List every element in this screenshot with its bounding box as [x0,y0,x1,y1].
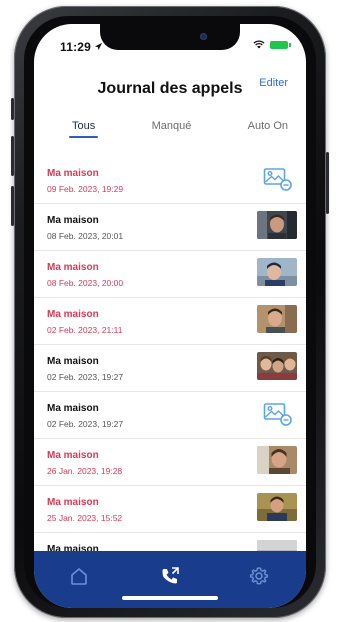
settings-icon[interactable] [248,565,270,587]
location-arrow-icon [94,42,103,51]
notch [100,24,240,50]
call-row[interactable]: Ma maison 08 Feb. 2023, 20:00 [34,251,306,298]
tab-missed[interactable]: Manqué [152,120,192,138]
call-name: Ma maison [47,262,99,273]
page-title: Journal des appels [97,80,243,97]
call-row[interactable]: Ma maison 02 Feb. 2023, 19:27 [34,345,306,392]
power-button [326,152,329,214]
battery-icon [270,40,291,49]
home-indicator[interactable] [122,596,218,600]
filter-tabs: Tous Manqué Auto On [68,120,288,138]
no-image-icon [263,168,292,191]
no-image-icon [263,403,292,426]
call-date: 02 Feb. 2023, 19:27 [47,419,124,429]
visitor-snapshot [257,352,297,380]
status-icons [253,40,291,49]
tab-auto-on[interactable]: Auto On [248,120,288,138]
call-name: Ma maison [47,356,99,367]
visitor-snapshot [257,211,297,239]
call-date: 25 Jan. 2023, 15:52 [47,513,123,523]
mute-switch [11,98,14,120]
home-icon[interactable] [68,565,90,587]
call-date: 26 Jan. 2023, 19:28 [47,466,123,476]
call-row[interactable]: Ma maison 25 Jan. 2023, 15:52 [34,486,306,533]
visitor-snapshot [257,305,297,333]
bottom-nav-bar [34,551,306,608]
front-camera [200,33,207,40]
status-time: 11:29 [60,40,92,54]
phone-frame: 11:29 Editer Journal des appels Tous Man… [11,6,329,618]
call-row[interactable]: Ma maison 02 Feb. 2023, 21:11 [34,298,306,345]
tab-all[interactable]: Tous [68,120,99,138]
call-name: Ma maison [47,168,99,179]
call-name: Ma maison [47,215,99,226]
call-log-icon[interactable] [159,565,181,587]
call-name: Ma maison [47,497,99,508]
call-date: 09 Feb. 2023, 19:29 [47,184,124,194]
call-list: Ma maison 09 Feb. 2023, 19:29 Ma maison … [34,157,306,561]
call-row[interactable]: Ma maison 09 Feb. 2023, 19:29 [34,157,306,204]
volume-up-button [11,136,14,176]
call-row[interactable]: Ma maison 02 Feb. 2023, 19:27 [34,392,306,439]
call-name: Ma maison [47,450,99,461]
call-date: 02 Feb. 2023, 19:27 [47,372,124,382]
call-date: 08 Feb. 2023, 20:01 [47,231,124,241]
visitor-snapshot [257,446,297,474]
app-screen: 11:29 Editer Journal des appels Tous Man… [34,24,306,608]
call-date: 08 Feb. 2023, 20:00 [47,278,124,288]
call-name: Ma maison [47,309,99,320]
visitor-snapshot [257,258,297,286]
call-row[interactable]: Ma maison 26 Jan. 2023, 19:28 [34,439,306,486]
call-name: Ma maison [47,403,99,414]
visitor-snapshot [257,493,297,521]
call-row[interactable]: Ma maison 08 Feb. 2023, 20:01 [34,204,306,251]
volume-down-button [11,186,14,226]
call-date: 02 Feb. 2023, 21:11 [47,325,123,335]
wifi-icon [253,40,265,49]
